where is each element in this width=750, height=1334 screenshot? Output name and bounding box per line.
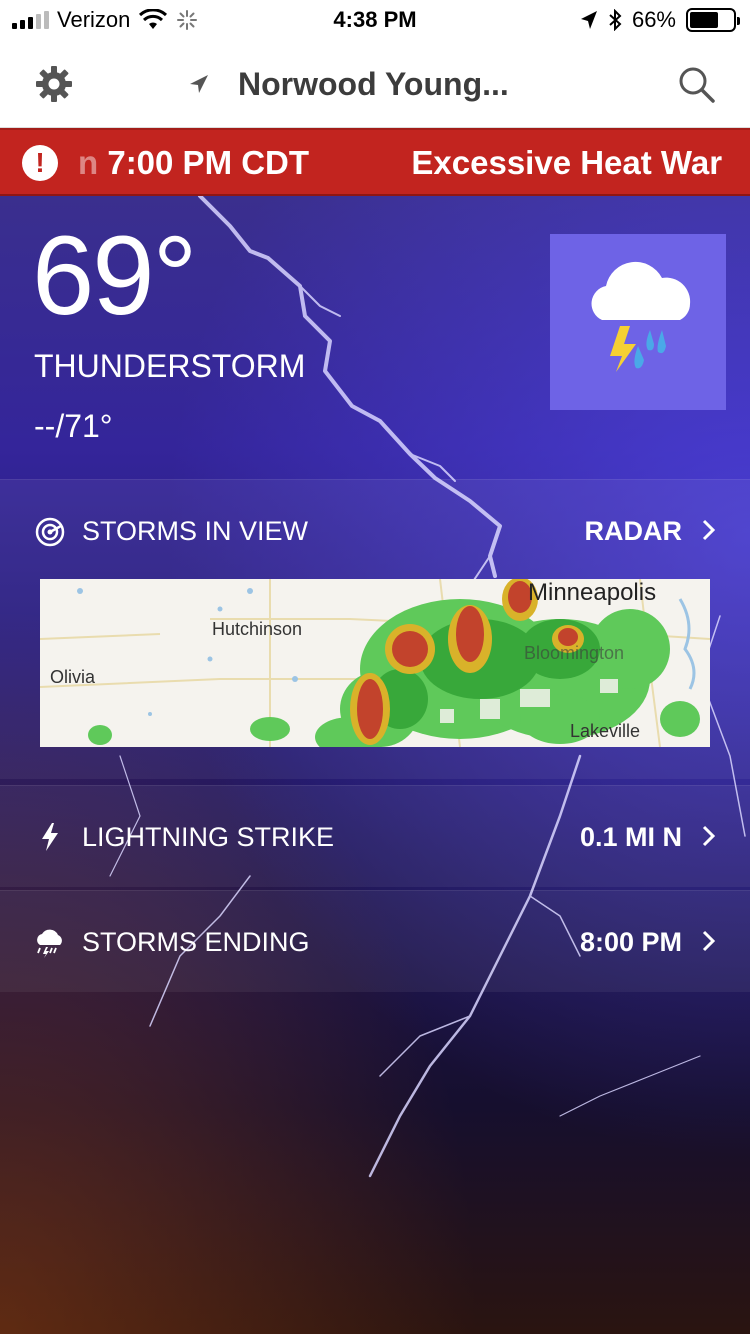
map-label-hutchinson: Hutchinson — [212, 619, 303, 639]
lightning-icon — [42, 823, 58, 851]
alert-icon: ! — [22, 145, 58, 181]
map-label-lakeville: Lakeville — [570, 721, 641, 741]
condition-tile — [550, 234, 726, 410]
radar-map[interactable]: Minneapolis Hutchinson Olivia Bloomingto… — [40, 579, 710, 747]
location-arrow-icon — [190, 75, 208, 93]
alert-text-time: 7:00 PM CDT — [107, 144, 310, 181]
alert-ticker: n 7:00 PM CDT Excessive Heat War — [78, 144, 722, 182]
chevron-right-icon[interactable] — [700, 518, 718, 542]
weather-screen: Verizon 4:38 PM 66% Norwood Young... ! n… — [0, 0, 750, 1334]
map-label-olivia: Olivia — [50, 667, 96, 687]
hi-lo-temperature: --/71° — [34, 408, 113, 444]
alert-text-next: Excessive Heat War — [411, 144, 723, 181]
weather-alert-banner[interactable]: ! n 7:00 PM CDT Excessive Heat War — [0, 128, 750, 196]
battery-level — [690, 12, 718, 28]
storms-ending-label: STORMS ENDING — [82, 927, 310, 957]
radar-link[interactable]: RADAR — [585, 516, 683, 547]
current-temperature: 69° — [32, 213, 197, 338]
alert-text-faded: n — [78, 144, 99, 181]
app-header: Norwood Young... — [0, 40, 750, 128]
location-arrow-icon — [580, 11, 597, 29]
radar-icon — [35, 517, 65, 547]
storms-ending-row[interactable]: STORMS ENDING 8:00 PM — [0, 890, 750, 992]
thunderstorm-icon — [591, 261, 691, 372]
map-label-minneapolis: Minneapolis — [528, 579, 657, 606]
bluetooth-icon — [609, 9, 622, 31]
status-bar: Verizon 4:38 PM 66% — [0, 0, 750, 40]
storm-cloud-icon — [37, 929, 62, 958]
lightning-strike-row[interactable]: LIGHTNING STRIKE 0.1 MI N — [0, 785, 750, 887]
chevron-right-icon[interactable] — [700, 929, 718, 953]
storms-ending-time: 8:00 PM — [579, 927, 682, 957]
battery-percent: 66% — [631, 7, 676, 32]
lightning-distance: 0.1 MI N — [579, 822, 682, 852]
gear-icon[interactable] — [34, 64, 74, 104]
map-label-bloomington: Bloomington — [524, 643, 625, 663]
battery-icon — [686, 8, 740, 32]
search-icon[interactable] — [676, 64, 716, 104]
current-condition: THUNDERSTORM — [34, 348, 306, 384]
chevron-right-icon[interactable] — [700, 824, 718, 848]
location-title[interactable]: Norwood Young... — [238, 66, 509, 103]
lightning-strike-label: LIGHTNING STRIKE — [82, 822, 335, 852]
storms-in-view-label: STORMS IN VIEW — [82, 516, 309, 546]
